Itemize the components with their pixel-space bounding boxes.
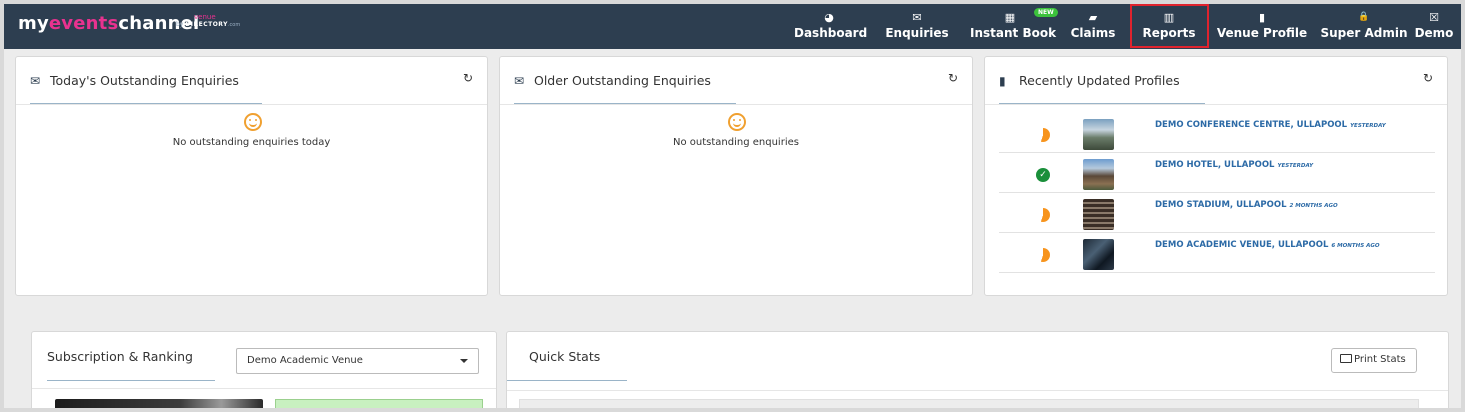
- profile-link[interactable]: DEMO ACADEMIC VENUE, ULLAPOOL 6 MONTHS AG…: [1155, 240, 1380, 250]
- profile-row[interactable]: DEMO STADIUM, ULLAPOOL 2 MONTHS AGO: [999, 194, 1435, 233]
- venue-thumbnail: [1083, 199, 1114, 230]
- printer-icon: [1340, 354, 1352, 363]
- venue-select[interactable]: Demo Academic Venue: [236, 348, 479, 374]
- quick-stats-panel: Quick Stats Print Stats: [506, 331, 1449, 408]
- smiley-icon: [244, 113, 262, 131]
- empty-message: No outstanding enquiries: [673, 137, 799, 148]
- today-enquiries-title: ✉ Today's Outstanding Enquiries: [30, 73, 239, 88]
- panel-divider: [16, 104, 487, 105]
- building-icon: ▮: [1258, 11, 1266, 24]
- empty-message: No outstanding enquiries today: [172, 137, 331, 148]
- envelope-icon: ✉: [30, 74, 41, 88]
- ranking-status-box: [275, 399, 483, 408]
- lock-icon: 🔒: [1358, 12, 1370, 22]
- envelope-icon: ✉: [912, 11, 922, 24]
- profile-row[interactable]: ✓ DEMO HOTEL, ULLAPOOL YESTERDAY: [999, 154, 1435, 193]
- profile-link[interactable]: DEMO STADIUM, ULLAPOOL 2 MONTHS AGO: [1155, 200, 1338, 210]
- stats-content-area: [519, 399, 1419, 408]
- title-underline: [507, 380, 627, 381]
- venue-thumbnail: [1083, 159, 1114, 190]
- panel-divider: [507, 390, 1448, 391]
- venue-image: [55, 399, 263, 408]
- today-enquiries-panel: ✉ Today's Outstanding Enquiries ↻ No outs…: [15, 56, 488, 296]
- refresh-icon[interactable]: ↻: [1423, 71, 1433, 85]
- older-enquiries-panel: ✉ Older Outstanding Enquiries ↻ No outsta…: [499, 56, 973, 296]
- user-icon: ☒: [1429, 11, 1439, 24]
- nav-enquiries[interactable]: ✉ Enquiries: [884, 7, 950, 47]
- app-frame: myeventschannel venue by DIRECTORY.com ◕…: [0, 0, 1465, 412]
- brand-logo[interactable]: myeventschannel: [18, 13, 199, 34]
- quick-stats-title: Quick Stats: [529, 349, 601, 364]
- recent-profiles-title: ▮ Recently Updated Profiles: [999, 73, 1180, 88]
- subscription-title: Subscription & Ranking: [47, 349, 193, 364]
- top-navbar: myeventschannel venue by DIRECTORY.com ◕…: [4, 4, 1461, 49]
- chevron-down-icon: [460, 359, 468, 363]
- print-stats-button[interactable]: Print Stats: [1331, 348, 1417, 373]
- dashboard-icon: ◕: [824, 11, 834, 24]
- profile-row[interactable]: DEMO CONFERENCE CENTRE, ULLAPOOL YESTERDA…: [999, 114, 1435, 153]
- nav-claims[interactable]: ▰ Claims: [1068, 7, 1118, 47]
- smiley-icon: [728, 113, 746, 131]
- nav-dashboard[interactable]: ◕ Dashboard: [794, 7, 867, 47]
- recent-profiles-panel: ▮ Recently Updated Profiles ↻ DEMO CONFER…: [984, 56, 1448, 296]
- brand-sublogo: venue by DIRECTORY.com: [176, 13, 241, 29]
- title-underline: [47, 380, 215, 381]
- building-icon: ▮: [999, 74, 1006, 88]
- refresh-icon[interactable]: ↻: [948, 71, 958, 85]
- reports-highlight-box: [1130, 4, 1209, 48]
- panel-divider: [500, 104, 972, 105]
- partial-status-icon: [1036, 248, 1050, 262]
- partial-status-icon: [1036, 128, 1050, 142]
- panel-divider: [985, 104, 1447, 105]
- book-icon: ▰: [1088, 11, 1098, 24]
- check-circle-icon: ✓: [1036, 168, 1050, 182]
- panel-divider: [32, 388, 496, 389]
- venue-thumbnail: [1083, 119, 1114, 150]
- nav-venue-profile[interactable]: ▮ Venue Profile: [1212, 7, 1312, 47]
- envelope-icon: ✉: [514, 74, 525, 88]
- profile-link[interactable]: DEMO CONFERENCE CENTRE, ULLAPOOL YESTERDA…: [1155, 120, 1386, 130]
- nav-super-admin[interactable]: 🔒 Super Admin: [1319, 7, 1409, 47]
- refresh-icon[interactable]: ↻: [463, 71, 473, 85]
- partial-status-icon: [1036, 208, 1050, 222]
- profile-row[interactable]: DEMO ACADEMIC VENUE, ULLAPOOL 6 MONTHS AG…: [999, 234, 1435, 273]
- nav-demo-user[interactable]: ☒ Demo: [1414, 7, 1454, 47]
- venue-thumbnail: [1083, 239, 1114, 270]
- subscription-ranking-panel: Subscription & Ranking Demo Academic Ven…: [31, 331, 497, 408]
- profile-link[interactable]: DEMO HOTEL, ULLAPOOL YESTERDAY: [1155, 160, 1313, 170]
- new-badge: NEW: [1034, 8, 1058, 17]
- older-enquiries-title: ✉ Older Outstanding Enquiries: [514, 73, 711, 88]
